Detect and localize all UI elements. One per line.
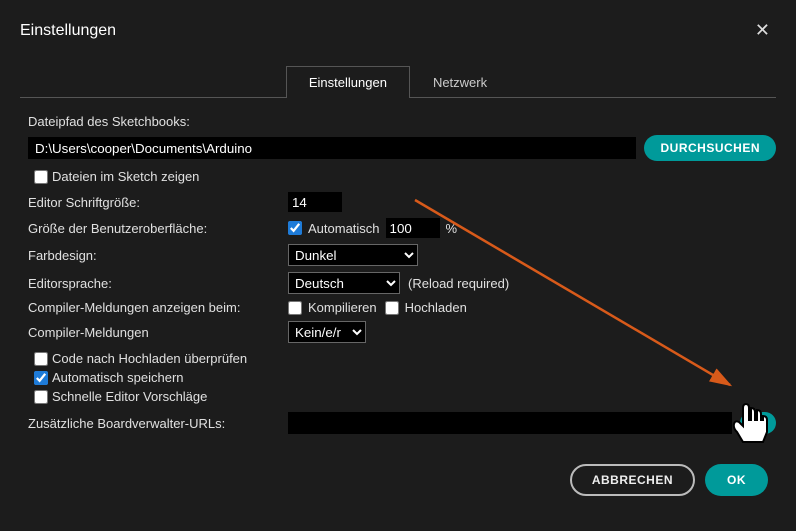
compile-label: Kompilieren [308,300,377,315]
ui-scale-input[interactable] [386,218,440,238]
ui-scale-auto-label: Automatisch [308,221,380,236]
theme-label: Farbdesign: [28,248,280,263]
tab-network[interactable]: Netzwerk [410,66,510,98]
close-icon[interactable]: ✕ [749,16,776,45]
sketchbook-path-input[interactable] [28,137,636,159]
quick-suggest-label: Schnelle Editor Vorschläge [52,389,207,404]
show-files-checkbox[interactable] [34,170,48,184]
lang-select[interactable]: Deutsch [288,272,400,294]
show-files-label: Dateien im Sketch zeigen [52,169,199,184]
upload-checkbox[interactable] [385,301,399,315]
ok-button[interactable]: OK [705,464,768,496]
tab-settings[interactable]: Einstellungen [286,66,410,98]
font-size-input[interactable] [288,192,342,212]
verify-after-label: Code nach Hochladen überprüfen [52,351,247,366]
compiler-show-label: Compiler-Meldungen anzeigen beim: [28,300,280,315]
lang-label: Editorsprache: [28,276,280,291]
browse-button[interactable]: DURCHSUCHEN [644,135,776,161]
compiler-msgs-select[interactable]: Kein/e/r [288,321,366,343]
quick-suggest-checkbox[interactable] [34,390,48,404]
board-urls-label: Zusätzliche Boardverwalter-URLs: [28,416,280,431]
autosave-checkbox[interactable] [34,371,48,385]
ui-scale-label: Größe der Benutzeroberfläche: [28,221,280,236]
theme-select[interactable]: Dunkel [288,244,418,266]
percent-label: % [446,221,458,236]
reload-note: (Reload required) [408,276,509,291]
expand-icon [751,416,765,430]
ui-scale-auto-checkbox[interactable] [288,221,302,235]
verify-after-checkbox[interactable] [34,352,48,366]
expand-urls-button[interactable] [740,412,776,434]
font-size-label: Editor Schriftgröße: [28,195,280,210]
upload-label: Hochladen [405,300,467,315]
board-urls-input[interactable] [288,412,732,434]
autosave-label: Automatisch speichern [52,370,184,385]
compiler-msgs-label: Compiler-Meldungen [28,325,280,340]
tab-bar: Einstellungen Netzwerk [20,65,776,98]
compile-checkbox[interactable] [288,301,302,315]
sketchbook-path-label: Dateipfad des Sketchbooks: [28,114,190,129]
cancel-button[interactable]: ABBRECHEN [570,464,695,496]
dialog-title: Einstellungen [20,22,116,40]
